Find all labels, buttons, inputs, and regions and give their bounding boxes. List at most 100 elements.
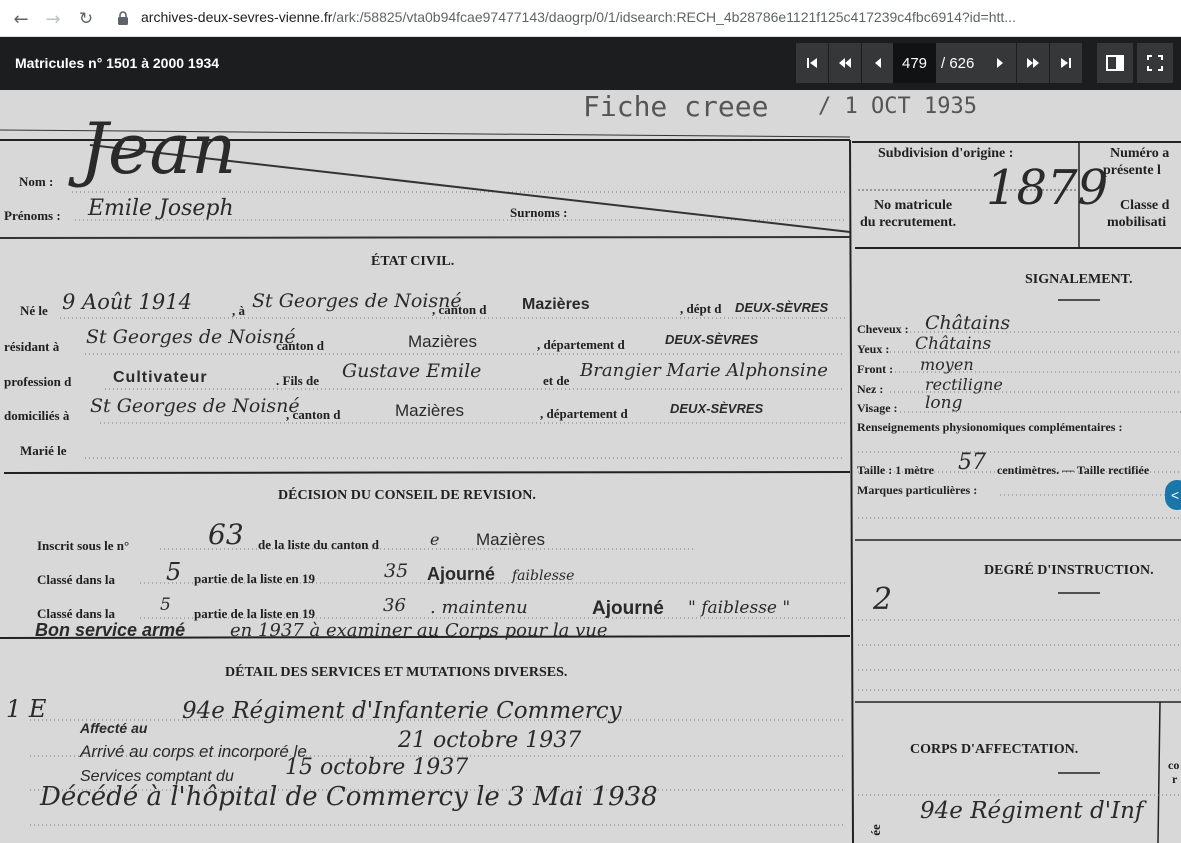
fils-label: . Fils de [276,373,319,388]
signalement-title: SIGNALEMENT. [1025,272,1133,287]
marie-label: Marié le [20,443,67,458]
previous-page-icon [875,58,881,68]
classe1-note: faiblesse [512,568,575,584]
cheveux-label: Cheveux : [857,322,909,336]
nez-label: Nez : [857,382,884,396]
resident-value: St Georges de Noisné [86,326,296,348]
domicile-dept-value: DEUX-SÈVRES [670,401,764,416]
taille-value: 57 [958,450,986,475]
stamp-fiche-creee: Fiche creee [583,90,769,123]
classe1-year: 35 [384,560,409,582]
document-viewer[interactable]: Fiche creee / 1 OCT 1935 Nom : Jean Prén… [0,90,1181,843]
browser-address-bar: ← → ↻ archives-deux-sevres-vienne.fr/ark… [0,0,1181,37]
side-panel-toggle[interactable]: < [1165,480,1181,510]
previous-ten-button[interactable] [829,43,861,83]
taille-suffix: centimètres. — Taille rectifiée [997,463,1150,477]
domicile-dept-label: , département d [540,406,628,421]
classe1-decision: Ajourné [427,564,496,584]
back-arrow-icon[interactable]: ← [8,6,34,32]
numero-label-2: présente l [1103,163,1161,178]
resident-dept-value: DEUX-SÈVRES [665,332,759,347]
bon-service-note: en 1937 à examiner au Corps pour la vue [230,620,608,641]
document-title: Matricules n° 1501 à 2000 1934 [15,55,220,71]
resident-dept-label: , département d [537,337,625,352]
resident-label: résidant à [4,339,60,354]
classe-label-1: Classe d [1120,198,1170,213]
domicile-canton-value: Mazières [395,401,464,420]
front-value: moyen [920,355,974,374]
next-page-icon [997,58,1003,68]
first-page-icon [807,58,817,68]
classe-label-2: mobilisati [1107,215,1167,230]
sidebar-panel-icon [1106,55,1124,71]
matricule-label-2: du recrutement. [860,215,957,230]
renseignements-label: Renseignements physionomiques complément… [857,420,1123,434]
first-page-button[interactable] [796,43,828,83]
inscrit-canton: Mazières [476,530,545,549]
classe2-note: " faiblesse " [688,598,791,618]
classe1-label: Classé dans la [37,572,116,587]
classe2-year: 36 [383,595,406,616]
last-page-button[interactable] [1050,43,1082,83]
services-value: 15 octobre 1937 [285,755,469,780]
detail-title: DÉTAIL DES SERVICES ET MUTATIONS DIVERSE… [225,665,568,680]
birth-place: St Georges de Noisné [252,290,462,312]
classe1-mid: partie de la liste en 19 [194,571,315,586]
domicile-canton-label: , canton d [286,407,341,422]
yeux-value: Châtains [915,334,992,354]
nom-value: Jean [80,108,237,190]
taille-label: Taille : 1 mètre [857,463,934,477]
bon-service-stamp: Bon service armé [35,620,186,640]
domicile-value: St Georges de Noisné [90,395,300,417]
inscrit-suffix: de la liste du canton d [258,537,379,552]
classe2-maintenu: . maintenu [430,597,528,618]
numero-label-1: Numéro a [1110,146,1170,161]
fullscreen-button[interactable] [1137,43,1173,83]
prenoms-label: Prénoms : [4,208,61,223]
deces-note: Décédé à l'hôpital de Commercy le 3 Mai … [40,782,658,812]
corps-side-1: co [1168,758,1180,772]
page-number-input[interactable]: 479 [893,43,936,83]
front-label: Front : [857,362,894,376]
ne-label: Né le [20,303,48,318]
visage-value: long [925,393,963,413]
marques-label: Marques particulières : [857,483,978,497]
last-page-icon [1061,58,1071,68]
lock-icon[interactable] [116,10,130,26]
prenoms-value: Emile Joseph [88,196,234,221]
reload-icon[interactable]: ↻ [73,6,99,32]
yeux-label: Yeux : [857,342,890,356]
next-page-button[interactable] [984,43,1016,83]
previous-page-button[interactable] [862,43,894,83]
next-ten-button[interactable] [1017,43,1049,83]
fullscreen-icon [1147,55,1163,71]
classe2-decision: Ajourné [592,598,664,619]
decision-title: DÉCISION DU CONSEIL DE REVISION. [278,488,536,503]
matricule-label-1: No matricule [874,198,953,213]
degre-title: DEGRÉ D'INSTRUCTION. [984,563,1154,578]
etat-civil-title: ÉTAT CIVIL. [371,254,455,269]
inscrit-e: e [430,530,440,549]
viewer-toolbar: Matricules n° 1501 à 2000 1934 479 / 626 [0,37,1181,90]
url-path: /ark:/58825/vta0b94fcae97477143/daogrp/0… [332,9,1016,25]
affecte-value: 94e Régiment d'Infanterie Commercy [182,698,622,724]
canton-label: , canton d [432,302,487,317]
profession-value: Cultivateur [113,369,208,386]
cheveux-value: Châtains [925,312,1011,334]
mother-label: et de [543,373,570,388]
sidebar-panel-button[interactable] [1097,43,1133,83]
father-name: Gustave Emile [342,360,482,382]
url-field[interactable]: archives-deux-sevres-vienne.fr/ark:/5882… [141,9,1016,25]
dept-label: , dépt d [680,301,722,316]
inscrit-number: 63 [208,518,244,551]
arrive-value: 21 octobre 1937 [398,728,582,753]
vertical-note: ée [867,824,883,836]
inscrit-label: Inscrit sous le n° [37,538,130,553]
profession-label: profession d [4,374,72,389]
affecte-label: Affecté au [80,720,148,736]
next-ten-icon [1027,58,1039,68]
classe2-part: 5 [160,595,171,615]
corps-value: 94e Régiment d'Inf [920,798,1144,824]
stamp-date: / 1 OCT 1935 [818,94,977,119]
forward-arrow-icon[interactable]: → [40,6,66,32]
